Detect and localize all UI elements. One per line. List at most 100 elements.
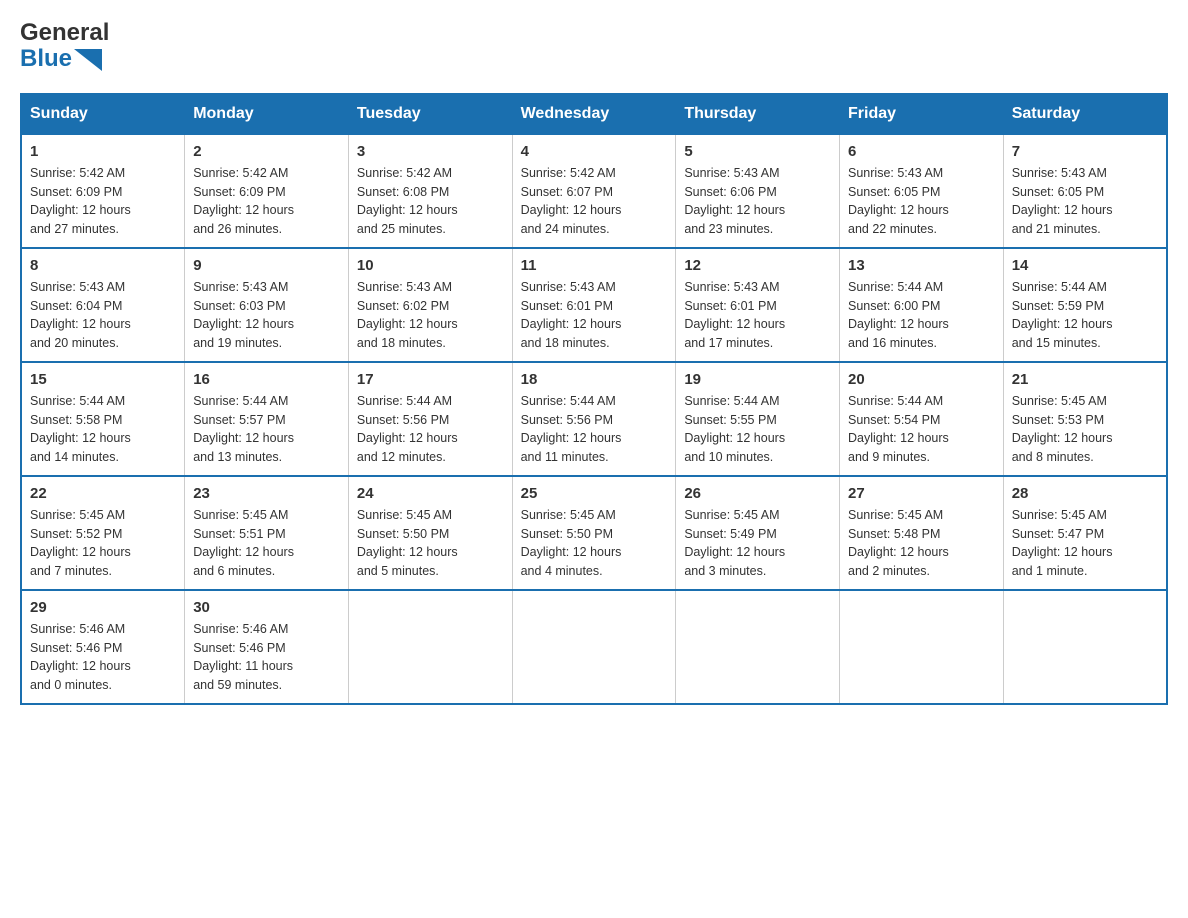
day-number: 1 [30, 143, 176, 160]
calendar-week-row: 15 Sunrise: 5:44 AMSunset: 5:58 PMDayligh… [21, 362, 1167, 476]
day-info: Sunrise: 5:43 AMSunset: 6:03 PMDaylight:… [193, 278, 340, 353]
calendar-cell: 22Sunrise: 5:45 AMSunset: 5:52 PMDayligh… [21, 476, 185, 590]
day-number: 13 [848, 257, 995, 274]
weekday-header-tuesday: Tuesday [348, 94, 512, 134]
day-number: 27 [848, 485, 995, 502]
day-info: Sunrise: 5:44 AMSunset: 5:57 PMDaylight:… [193, 392, 340, 467]
day-info: Sunrise: 5:42 AMSunset: 6:09 PMDaylight:… [30, 164, 176, 239]
day-number: 5 [684, 143, 831, 160]
day-number: 25 [521, 485, 668, 502]
calendar-cell: 11 Sunrise: 5:43 AMSunset: 6:01 PMDayligh… [512, 248, 676, 362]
day-info: Sunrise: 5:43 AMSunset: 6:02 PMDaylight:… [357, 278, 504, 353]
day-info: Sunrise: 5:44 AMSunset: 5:59 PMDaylight:… [1012, 278, 1158, 353]
day-number: 14 [1012, 257, 1158, 274]
day-info: Sunrise: 5:44 AMSunset: 5:58 PMDaylight:… [30, 392, 176, 467]
calendar-cell: 28 Sunrise: 5:45 AMSunset: 5:47 PMDayligh… [1003, 476, 1167, 590]
weekday-header-row: SundayMondayTuesdayWednesdayThursdayFrid… [21, 94, 1167, 134]
calendar-cell: 7Sunrise: 5:43 AMSunset: 6:05 PMDaylight… [1003, 134, 1167, 248]
day-info: Sunrise: 5:44 AMSunset: 5:56 PMDaylight:… [357, 392, 504, 467]
calendar-week-row: 22Sunrise: 5:45 AMSunset: 5:52 PMDayligh… [21, 476, 1167, 590]
day-info: Sunrise: 5:43 AMSunset: 6:05 PMDaylight:… [848, 164, 995, 239]
day-number: 2 [193, 143, 340, 160]
day-number: 26 [684, 485, 831, 502]
calendar-cell: 20Sunrise: 5:44 AMSunset: 5:54 PMDayligh… [840, 362, 1004, 476]
logo-blue: Blue [20, 46, 72, 72]
weekday-header-sunday: Sunday [21, 94, 185, 134]
calendar-cell: 14 Sunrise: 5:44 AMSunset: 5:59 PMDayligh… [1003, 248, 1167, 362]
day-info: Sunrise: 5:46 AMSunset: 5:46 PMDaylight:… [193, 620, 340, 695]
calendar-cell: 26 Sunrise: 5:45 AMSunset: 5:49 PMDayligh… [676, 476, 840, 590]
weekday-header-wednesday: Wednesday [512, 94, 676, 134]
calendar-cell: 15 Sunrise: 5:44 AMSunset: 5:58 PMDayligh… [21, 362, 185, 476]
calendar-cell [348, 590, 512, 704]
day-number: 16 [193, 371, 340, 388]
day-info: Sunrise: 5:45 AMSunset: 5:50 PMDaylight:… [357, 506, 504, 581]
calendar-cell: 24 Sunrise: 5:45 AMSunset: 5:50 PMDayligh… [348, 476, 512, 590]
day-info: Sunrise: 5:45 AMSunset: 5:51 PMDaylight:… [193, 506, 340, 581]
day-number: 10 [357, 257, 504, 274]
day-number: 8 [30, 257, 176, 274]
day-info: Sunrise: 5:43 AMSunset: 6:01 PMDaylight:… [521, 278, 668, 353]
day-info: Sunrise: 5:43 AMSunset: 6:01 PMDaylight:… [684, 278, 831, 353]
day-number: 28 [1012, 485, 1158, 502]
logo-container: General Blue [20, 20, 109, 73]
calendar-table: SundayMondayTuesdayWednesdayThursdayFrid… [20, 93, 1168, 705]
calendar-cell: 3Sunrise: 5:42 AMSunset: 6:08 PMDaylight… [348, 134, 512, 248]
day-info: Sunrise: 5:42 AMSunset: 6:09 PMDaylight:… [193, 164, 340, 239]
calendar-cell [512, 590, 676, 704]
calendar-cell: 8 Sunrise: 5:43 AMSunset: 6:04 PMDaylight… [21, 248, 185, 362]
day-info: Sunrise: 5:45 AMSunset: 5:49 PMDaylight:… [684, 506, 831, 581]
weekday-header-friday: Friday [840, 94, 1004, 134]
calendar-week-row: 8 Sunrise: 5:43 AMSunset: 6:04 PMDaylight… [21, 248, 1167, 362]
calendar-week-row: 29 Sunrise: 5:46 AMSunset: 5:46 PMDayligh… [21, 590, 1167, 704]
day-number: 6 [848, 143, 995, 160]
day-number: 18 [521, 371, 668, 388]
day-number: 22 [30, 485, 176, 502]
day-info: Sunrise: 5:45 AMSunset: 5:50 PMDaylight:… [521, 506, 668, 581]
logo-triangle-icon [74, 49, 102, 71]
calendar-cell: 29 Sunrise: 5:46 AMSunset: 5:46 PMDayligh… [21, 590, 185, 704]
day-number: 15 [30, 371, 176, 388]
calendar-cell: 30 Sunrise: 5:46 AMSunset: 5:46 PMDayligh… [185, 590, 349, 704]
weekday-header-thursday: Thursday [676, 94, 840, 134]
day-info: Sunrise: 5:43 AMSunset: 6:05 PMDaylight:… [1012, 164, 1158, 239]
day-info: Sunrise: 5:44 AMSunset: 5:55 PMDaylight:… [684, 392, 831, 467]
calendar-cell: 10 Sunrise: 5:43 AMSunset: 6:02 PMDayligh… [348, 248, 512, 362]
calendar-cell [1003, 590, 1167, 704]
day-info: Sunrise: 5:43 AMSunset: 6:04 PMDaylight:… [30, 278, 176, 353]
calendar-cell: 16 Sunrise: 5:44 AMSunset: 5:57 PMDayligh… [185, 362, 349, 476]
calendar-cell: 2 Sunrise: 5:42 AMSunset: 6:09 PMDaylight… [185, 134, 349, 248]
calendar-cell: 5Sunrise: 5:43 AMSunset: 6:06 PMDaylight… [676, 134, 840, 248]
calendar-cell: 23 Sunrise: 5:45 AMSunset: 5:51 PMDayligh… [185, 476, 349, 590]
day-number: 29 [30, 599, 176, 616]
day-info: Sunrise: 5:45 AMSunset: 5:47 PMDaylight:… [1012, 506, 1158, 581]
day-info: Sunrise: 5:42 AMSunset: 6:07 PMDaylight:… [521, 164, 668, 239]
page-header: General Blue [20, 20, 1168, 73]
calendar-cell: 9Sunrise: 5:43 AMSunset: 6:03 PMDaylight… [185, 248, 349, 362]
calendar-cell: 13 Sunrise: 5:44 AMSunset: 6:00 PMDayligh… [840, 248, 1004, 362]
day-info: Sunrise: 5:45 AMSunset: 5:48 PMDaylight:… [848, 506, 995, 581]
calendar-cell: 4Sunrise: 5:42 AMSunset: 6:07 PMDaylight… [512, 134, 676, 248]
day-number: 19 [684, 371, 831, 388]
day-number: 23 [193, 485, 340, 502]
calendar-cell: 6 Sunrise: 5:43 AMSunset: 6:05 PMDaylight… [840, 134, 1004, 248]
logo-general: General [20, 20, 109, 46]
calendar-cell: 19 Sunrise: 5:44 AMSunset: 5:55 PMDayligh… [676, 362, 840, 476]
day-info: Sunrise: 5:44 AMSunset: 6:00 PMDaylight:… [848, 278, 995, 353]
calendar-cell: 25 Sunrise: 5:45 AMSunset: 5:50 PMDayligh… [512, 476, 676, 590]
day-number: 3 [357, 143, 504, 160]
calendar-week-row: 1 Sunrise: 5:42 AMSunset: 6:09 PMDaylight… [21, 134, 1167, 248]
weekday-header-saturday: Saturday [1003, 94, 1167, 134]
calendar-cell: 1 Sunrise: 5:42 AMSunset: 6:09 PMDaylight… [21, 134, 185, 248]
day-info: Sunrise: 5:46 AMSunset: 5:46 PMDaylight:… [30, 620, 176, 695]
day-number: 11 [521, 257, 668, 274]
day-number: 24 [357, 485, 504, 502]
weekday-header-monday: Monday [185, 94, 349, 134]
calendar-cell [676, 590, 840, 704]
day-number: 21 [1012, 371, 1158, 388]
day-info: Sunrise: 5:44 AMSunset: 5:56 PMDaylight:… [521, 392, 668, 467]
day-info: Sunrise: 5:45 AMSunset: 5:53 PMDaylight:… [1012, 392, 1158, 467]
day-number: 30 [193, 599, 340, 616]
calendar-cell [840, 590, 1004, 704]
calendar-cell: 27 Sunrise: 5:45 AMSunset: 5:48 PMDayligh… [840, 476, 1004, 590]
